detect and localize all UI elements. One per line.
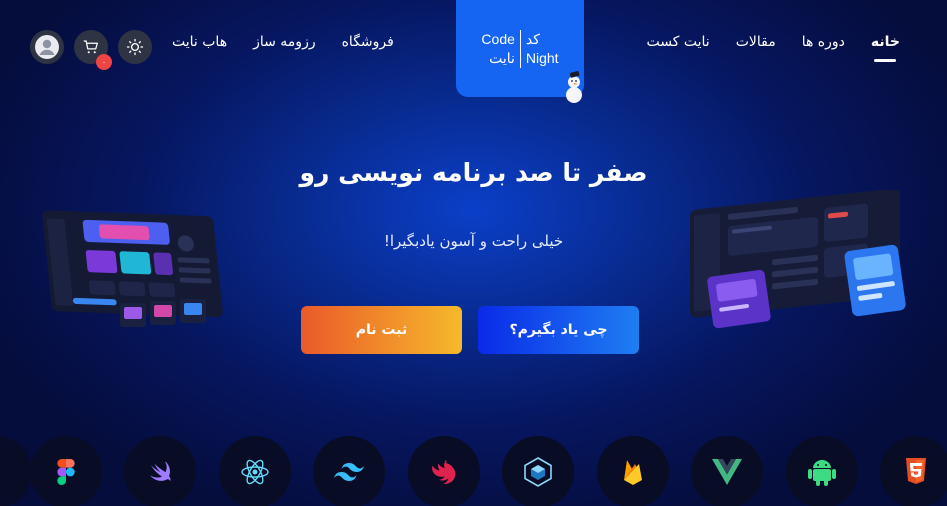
main-nav: خانه دوره ها مقالات نایت کست: [647, 34, 900, 50]
nav-hub[interactable]: هاب نایت: [172, 34, 227, 50]
swift-icon: [124, 436, 196, 506]
android-icon: [786, 436, 858, 506]
sun-icon: [126, 38, 144, 56]
user-account-button[interactable]: [30, 30, 64, 64]
figma-icon: [30, 436, 102, 506]
vue-icon: [691, 436, 763, 506]
hero-title: صفر تا صد برنامه نویسی رو: [299, 158, 648, 187]
firebase-icon: [597, 436, 669, 506]
signup-button[interactable]: ثبت نام: [301, 306, 462, 354]
nav-resume-builder[interactable]: رزومه ساز: [253, 34, 316, 50]
hero-subtitle: خیلی راحت و آسون یادبگیرا!: [383, 232, 564, 250]
theme-toggle-button[interactable]: [118, 30, 152, 64]
logo-night: Night: [525, 49, 559, 66]
react-icon: [219, 436, 291, 506]
what-to-learn-button[interactable]: چی یاد بگیرم؟: [478, 306, 639, 354]
nav-articles[interactable]: مقالات: [736, 34, 776, 50]
dashboard-mockup-right: [690, 190, 906, 329]
secondary-nav: فروشگاه رزومه ساز هاب نایت: [172, 34, 394, 50]
nav-nightcast[interactable]: نایت کست: [647, 34, 710, 50]
nestjs-icon: [408, 436, 480, 506]
logo-fa-bottom: نایت: [489, 49, 515, 66]
cart-icon: [83, 40, 99, 54]
logo-code: Code: [481, 30, 515, 47]
nav-shop[interactable]: فروشگاه: [342, 34, 394, 50]
nav-home[interactable]: خانه: [871, 34, 900, 50]
html5-icon: [880, 436, 947, 506]
logo-fa-top: کد: [525, 30, 540, 47]
partial-tech-icon: [0, 436, 32, 506]
snowman-icon: [566, 70, 582, 103]
user-avatar-icon: [35, 35, 59, 59]
navbar: خانه دوره ها مقالات نایت کست Code نایت ک…: [0, 0, 947, 103]
technology-icons-strip: [0, 436, 947, 506]
dashboard-mockup-left: [42, 210, 223, 327]
nav-courses[interactable]: دوره ها: [802, 34, 845, 50]
cart-count-badge: ۰: [96, 54, 112, 70]
webpack-icon: [502, 436, 574, 506]
logo-divider: [519, 29, 521, 68]
tailwind-icon: [313, 436, 385, 506]
